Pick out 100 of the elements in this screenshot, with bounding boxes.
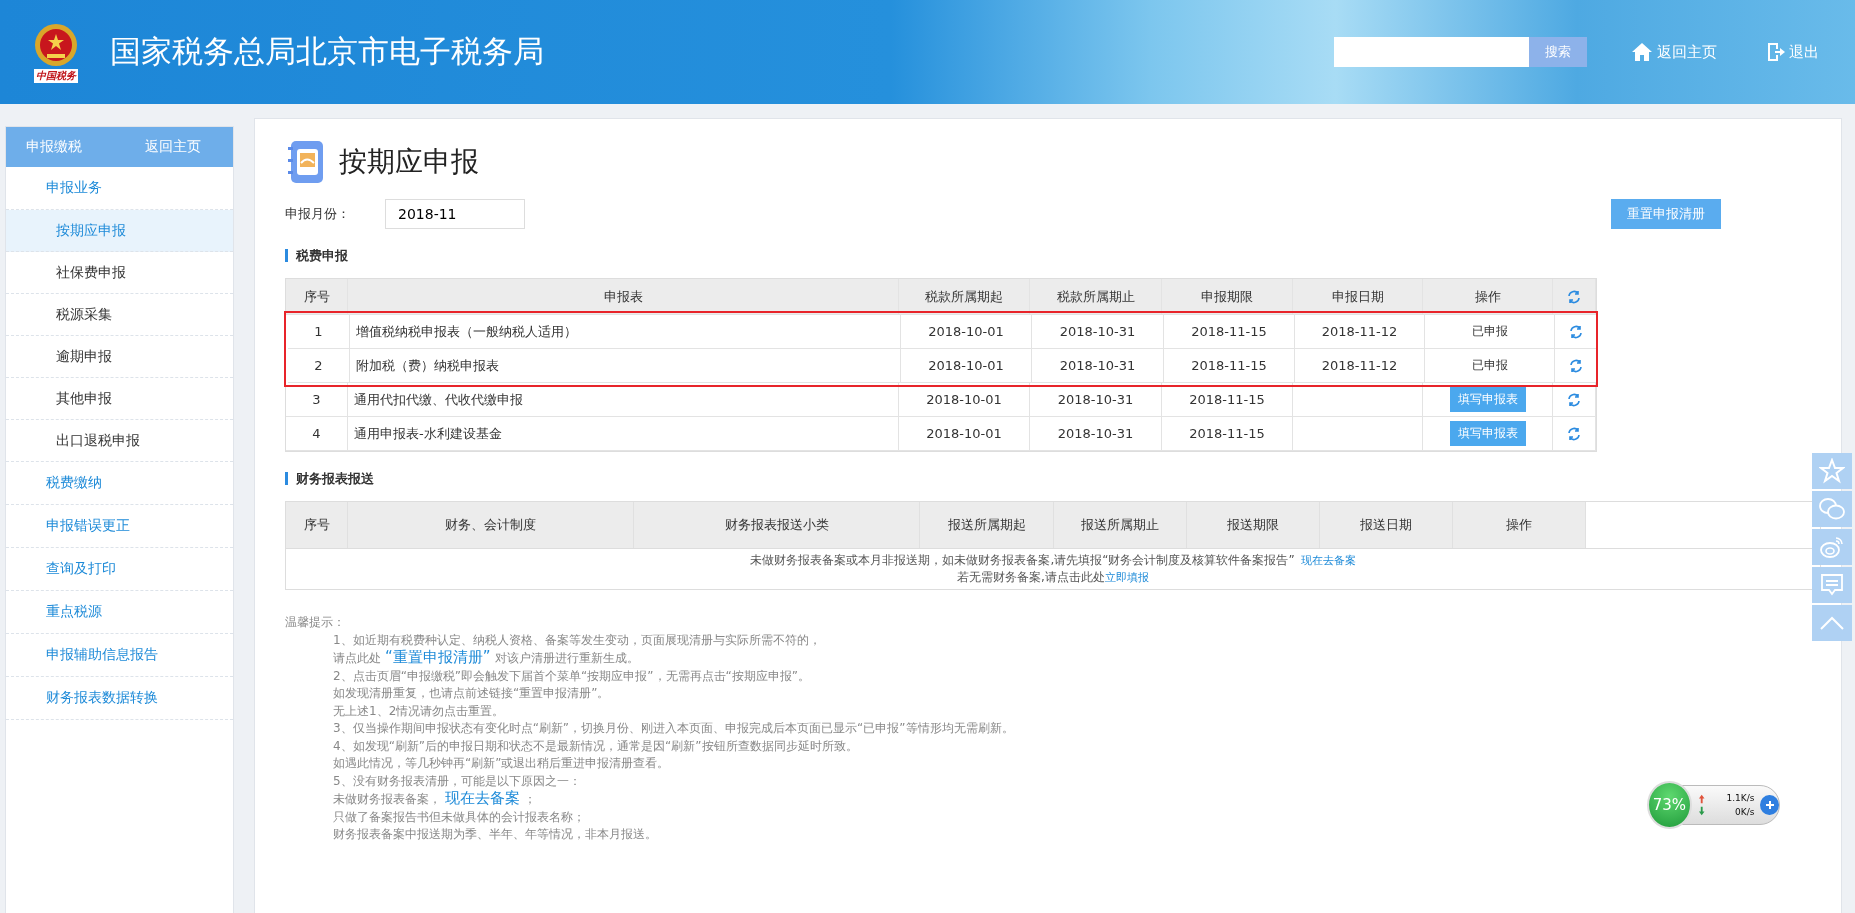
column-header: 报送日期 (1320, 502, 1453, 548)
table-cell: 2018-10-01 (899, 383, 1030, 417)
tip-line: 5、没有财务报表清册，可能是以下原因之一： (333, 772, 581, 790)
tip-line: 4、如发现“刷新”后的申报日期和状态不是最新情况，通常是因“刷新”按钮所查数据同步延时所致。 (333, 737, 858, 755)
tip-line: 财务报表备案中报送期为季、半年、年等情况，非本月报送。 (333, 826, 657, 843)
refresh-button[interactable] (1569, 358, 1583, 373)
tip-line: 只做了备案报告书但未做具体的会计报表名称； (333, 808, 585, 826)
column-header: 操作 (1453, 502, 1586, 548)
sidebar-item[interactable]: 按期应申报 (6, 210, 233, 252)
site-title: 国家税务总局北京市电子税务局 (110, 32, 545, 71)
refresh-icon (1567, 426, 1581, 441)
side-tool-button[interactable] (1812, 567, 1852, 603)
tip-line: 如发现清册重复，也请点前述链接“重置申报清册”。 (333, 685, 610, 702)
column-header: 报送所属期起 (920, 502, 1054, 548)
table-cell: 2018-10-31 (1030, 383, 1162, 417)
column-header: 序号 (286, 279, 348, 315)
section-title: 税费申报 (285, 249, 1811, 262)
star-icon (1819, 458, 1845, 484)
status-text: 已申报 (1471, 323, 1508, 340)
tip-line: 2、点击页眉“申报缴税”即会触发下届首个菜单“按期应申报”，无需再点击“按期应申报”。 (333, 667, 810, 685)
refresh-icon (1567, 392, 1581, 407)
exit-door-icon (1767, 42, 1785, 62)
table-cell: 2018-10-01 (901, 349, 1032, 383)
table-cell: 2018-11-15 (1164, 349, 1295, 383)
notebook-icon (285, 139, 325, 185)
side-tool-button[interactable] (1812, 453, 1852, 489)
table-cell: 2018-10-31 (1032, 315, 1164, 349)
table-cell: 附加税（费）纳税申报表 (350, 349, 901, 383)
refresh-icon (1569, 324, 1583, 339)
comment-icon (1820, 573, 1844, 597)
home-icon (1631, 42, 1653, 62)
table-cell: 2018-11-15 (1162, 383, 1293, 417)
table-cell: 2018-10-01 (901, 315, 1032, 349)
column-header: 财务、会计制度 (348, 502, 634, 548)
column-header: 报送期限 (1187, 502, 1320, 548)
tip-line: 1、如近期有税费种认定、纳税人资格、备案等发生变动，页面展现清册与实际所需不符的， (333, 631, 821, 649)
table-cell: 2018-10-31 (1030, 417, 1162, 451)
table-cell: 3 (286, 383, 348, 417)
refresh-button[interactable] (1569, 324, 1583, 339)
link[interactable]: 现在去备案 (1300, 554, 1356, 567)
status-text: 已申报 (1471, 357, 1508, 374)
table-cell: 通用申报表-水利建设基金 (348, 417, 899, 451)
search-field[interactable] (1334, 37, 1529, 67)
column-header: 操作 (1423, 279, 1553, 315)
table-cell: 4 (286, 417, 348, 451)
swirl-eye-icon (1819, 535, 1845, 559)
table-cell: 增值税纳税申报表（一般纳税人适用） (350, 315, 901, 349)
tips-title: 温馨提示： (285, 614, 345, 631)
page-title: 按期应申报 (339, 144, 479, 180)
tip-line: 请点此处 “重置申报清册” 对该户清册进行重新生成。 (333, 649, 639, 668)
table-cell: 2018-10-01 (899, 417, 1030, 451)
column-header: 税款所属期止 (1030, 279, 1162, 315)
tip-line: 3、仅当操作期间申报状态有变化时点“刷新”，切换月份、刚进入本页面、申报完成后本页面已显示“已申报”等情形均无需刷新。 (333, 720, 1014, 737)
month-field[interactable]: 2018-11 (385, 199, 525, 229)
refresh-button[interactable] (1567, 426, 1581, 441)
tip-line: 无上述1、2情况请勿点击重置。 (333, 702, 505, 720)
table-cell: 2018-10-31 (1032, 349, 1164, 383)
plus-button[interactable] (1760, 795, 1779, 815)
table-cell: 2018-11-15 (1162, 417, 1293, 451)
table-cell: 2 (288, 349, 350, 383)
tip-line: 如遇此情况，等几秒钟再“刷新”或退出稍后重进申报清册查看。 (333, 755, 670, 772)
link[interactable]: 现在去备案 (445, 789, 520, 807)
refresh-button[interactable] (1567, 392, 1581, 407)
column-header: 报送所属期止 (1054, 502, 1187, 548)
refresh-icon (1567, 289, 1581, 304)
up-down-arrows-icon (1697, 793, 1706, 817)
column-header: 税款所属期起 (899, 279, 1030, 315)
sidebar-title[interactable]: 申报缴税 (26, 138, 82, 156)
header-link[interactable]: 退出 (1761, 41, 1825, 63)
back-home-link[interactable]: 返回主页 (145, 138, 201, 156)
column-header: 申报日期 (1293, 279, 1423, 315)
plus-icon (1764, 800, 1775, 810)
side-tool-button[interactable] (1812, 529, 1852, 565)
download-speed: 0K/s (1734, 806, 1755, 819)
search-button[interactable]: 搜索 (1529, 37, 1587, 67)
column-header: 申报表 (348, 279, 899, 315)
tip-line: 未做财务报表备案， 现在去备案 ； (333, 790, 536, 809)
column-header: 序号 (286, 502, 348, 548)
chevron-up-icon (1819, 615, 1845, 631)
table-cell: 2018-11-12 (1295, 349, 1425, 383)
table-cell: 1 (288, 315, 350, 349)
upload-speed: 1.1K/s (1725, 792, 1755, 805)
chat-bubbles-icon (1818, 497, 1846, 521)
header-link[interactable]: 返回主页 (1625, 41, 1723, 63)
column-header: 申报期限 (1162, 279, 1293, 315)
fill-form-button[interactable]: 填写申报表 (1449, 421, 1526, 446)
refresh-button[interactable] (1567, 289, 1581, 304)
refresh-icon (1569, 358, 1583, 373)
emblem-icon (33, 21, 79, 69)
logo-caption: 中国税务 (34, 69, 78, 83)
link[interactable]: 立即填报 (1104, 571, 1149, 584)
reset-list-button[interactable]: 重置申报清册 (1611, 199, 1721, 229)
side-tool-button[interactable] (1812, 491, 1852, 527)
fill-form-button[interactable]: 填写申报表 (1449, 387, 1526, 412)
link[interactable]: “重置申报清册” (385, 648, 491, 666)
table-cell: 通用代扣代缴、代收代缴申报 (348, 383, 899, 417)
table-cell: 2018-11-12 (1295, 315, 1425, 349)
table-cell: 2018-11-15 (1164, 315, 1295, 349)
month-label: 申报月份： (285, 205, 351, 223)
column-header: 财务报表报送小类 (634, 502, 920, 548)
